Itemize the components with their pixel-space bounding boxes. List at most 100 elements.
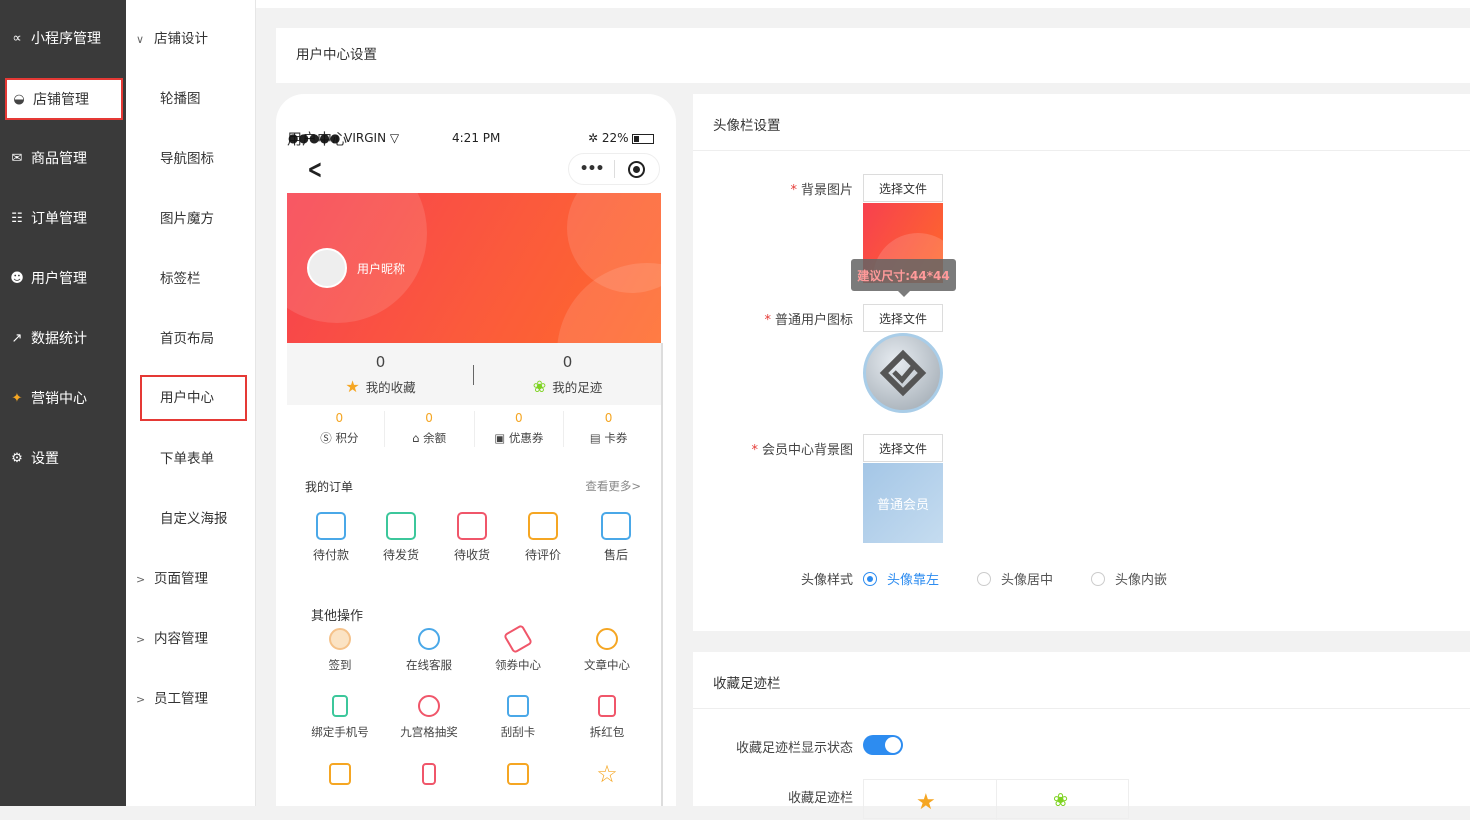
divider [693,150,1470,151]
sidebar-item-marketing[interactable]: ✦ 营销中心 [5,378,123,418]
subnav-item-user-center[interactable]: 用户中心 [140,375,247,421]
sidebar-item-label: 设置 [31,451,59,467]
gear-icon: ⚙ [11,450,23,466]
subnav-item-poster[interactable]: 自定义海报 [126,504,254,534]
more-icon[interactable]: ••• [569,161,614,177]
op-more-2[interactable] [389,763,469,792]
sidebar-item-label: 订单管理 [31,211,87,227]
orders-more-link[interactable]: 查看更多> [585,478,641,494]
top-bar [256,0,1470,8]
asset-coupons[interactable]: 0 ▣ 优惠券 [475,411,565,447]
sidebar-item-label: 营销中心 [31,391,87,407]
close-icon[interactable] [615,160,659,178]
asset-points[interactable]: 0 Ⓢ 积分 [295,411,385,447]
chevron-right-icon: > [136,693,146,706]
subnav-item-image-cube[interactable]: 图片魔方 [126,204,254,234]
sidebar-item-stats[interactable]: ↗ 数据统计 [5,318,123,358]
op-customer-service[interactable]: 在线客服 [389,628,469,673]
redpacket-icon [598,695,616,717]
orders-title: 我的订单 [305,480,354,494]
wifi-icon: ▽ [389,131,400,145]
subnav-item-carousel[interactable]: 轮播图 [126,84,254,114]
user-icon-choose-button[interactable]: 选择文件 [863,304,943,332]
user-banner: 用户昵称 [287,193,661,343]
op-coupon-center[interactable]: 领券中心 [478,623,558,673]
sidebar-item-orders[interactable]: ☷ 订单管理 [5,198,123,238]
favorites-bar-label: 收藏足迹栏 [787,791,853,806]
subnav-group-staff[interactable]: > 员工管理 [126,684,254,714]
footprint-icon: ❀ [532,377,547,396]
sidebar-item-goods[interactable]: ✉ 商品管理 [5,138,123,178]
subnav-item-nav-icons[interactable]: 导航图标 [126,144,254,174]
headset-icon [418,628,440,650]
sidebar-item-label: 店铺管理 [33,92,89,108]
box-icon [457,512,487,540]
op-grid-lottery[interactable]: 九宫格抽奖 [389,695,469,740]
status-time: 4:21 PM [452,131,501,145]
favorites-show-toggle[interactable] [863,735,903,755]
avatar-settings-card: 头像栏设置 * 背景图片 选择文件 建议尺寸:44*44 * 普通用户图标 选择文件… [693,94,1470,631]
phone-scrollbar[interactable] [661,343,663,806]
question-icon [596,628,618,650]
order-pending-ship[interactable]: 待发货 [371,512,431,563]
sidebar-item-settings[interactable]: ⚙ 设置 [5,438,123,478]
sidebar-item-store[interactable]: ◒ 店铺管理 [5,78,123,120]
member-bg-thumbnail: 普通会员 [863,463,943,543]
chevron-right-icon: > [136,573,146,586]
link-icon: ∝ [12,30,22,46]
avatar-style-center-radio[interactable]: 头像居中 [977,569,1053,588]
wheel-icon [418,695,440,717]
subnav-group-content[interactable]: > 内容管理 [126,624,254,654]
other-actions-panel: 其他操作 签到 在线客服 领券中心 文章中心 绑定手机号 九宫格抽奖 刮刮卡 拆… [295,593,653,806]
subnav-group-pages[interactable]: > 页面管理 [126,564,254,594]
asset-cards[interactable]: 0 ▤ 卡券 [564,411,653,447]
op-bind-phone[interactable]: 绑定手机号 [300,695,380,740]
member-bg-choose-button[interactable]: 选择文件 [863,434,943,462]
bg-image-choose-button[interactable]: 选择文件 [863,174,943,202]
favorites-show-label: 收藏足迹栏显示状态 [735,741,853,756]
op-article-center[interactable]: 文章中心 [567,628,647,673]
op-more-3[interactable] [478,763,558,792]
sidebar-item-miniprogram[interactable]: ∝ 小程序管理 [5,18,123,58]
checkin-icon [329,628,351,650]
subnav-item-order-form[interactable]: 下单表单 [126,444,254,474]
user-icon-thumbnail [863,333,943,413]
avatar-style-left-radio[interactable]: 头像靠左 [863,569,939,588]
store-icon: ◒ [13,91,25,107]
subnav-item-home-layout[interactable]: 首页布局 [126,324,254,354]
footprint-item[interactable]: 0 ❀ 我的足迹 [474,343,661,396]
order-icon: ☷ [11,210,23,226]
sub-sidebar: ∨ 店铺设计 轮播图 导航图标 图片魔方 标签栏 首页布局 用户中心 下单表单 自… [126,0,256,806]
op-red-packet[interactable]: 拆红包 [567,695,647,740]
asset-balance[interactable]: 0 ⌂ 余额 [385,411,475,447]
user-icon: ☻ [10,270,24,286]
subnav-group-label: 内容管理 [154,631,208,647]
user-nickname: 用户昵称 [357,262,406,276]
sidebar-item-label: 数据统计 [31,331,87,347]
back-button[interactable]: < [307,157,322,183]
order-pending-payment[interactable]: 待付款 [301,512,361,563]
favorites-item[interactable]: 0 ★ 我的收藏 [287,343,474,396]
user-icon-label: * 普通用户图标 [764,313,853,328]
order-after-sale[interactable]: 售后 [586,512,646,563]
star-icon: ☆ [596,760,618,788]
subnav-group-store-design[interactable]: ∨ 店铺设计 [126,24,254,54]
subnav-item-tabbar[interactable]: 标签栏 [126,264,254,294]
op-more-1[interactable] [300,763,380,792]
avatar-style-inset-radio[interactable]: 头像内嵌 [1091,569,1167,588]
diamond-badge-icon [879,349,927,397]
order-pending-receive[interactable]: 待收货 [442,512,502,563]
op-more-4[interactable]: ☆ [567,760,647,792]
footprint-icon: ❀ [1053,790,1069,811]
subnav-group-label: 员工管理 [154,691,208,707]
favorites-footprint-bar: 0 ★ 我的收藏 0 ❀ 我的足迹 [287,343,661,405]
marketing-icon: ✦ [11,390,23,406]
op-checkin[interactable]: 签到 [300,628,380,673]
order-pending-review[interactable]: 待评价 [513,512,573,563]
favorites-settings-card: 收藏足迹栏 收藏足迹栏显示状态 收藏足迹栏 ★ ❀ [693,652,1470,820]
bluetooth-icon: ✲ [588,131,599,145]
sidebar-item-users[interactable]: ☻ 用户管理 [5,258,123,298]
avatar[interactable] [307,248,347,288]
op-scratch-card[interactable]: 刮刮卡 [478,695,558,740]
favorites-count: 0 [375,353,386,371]
